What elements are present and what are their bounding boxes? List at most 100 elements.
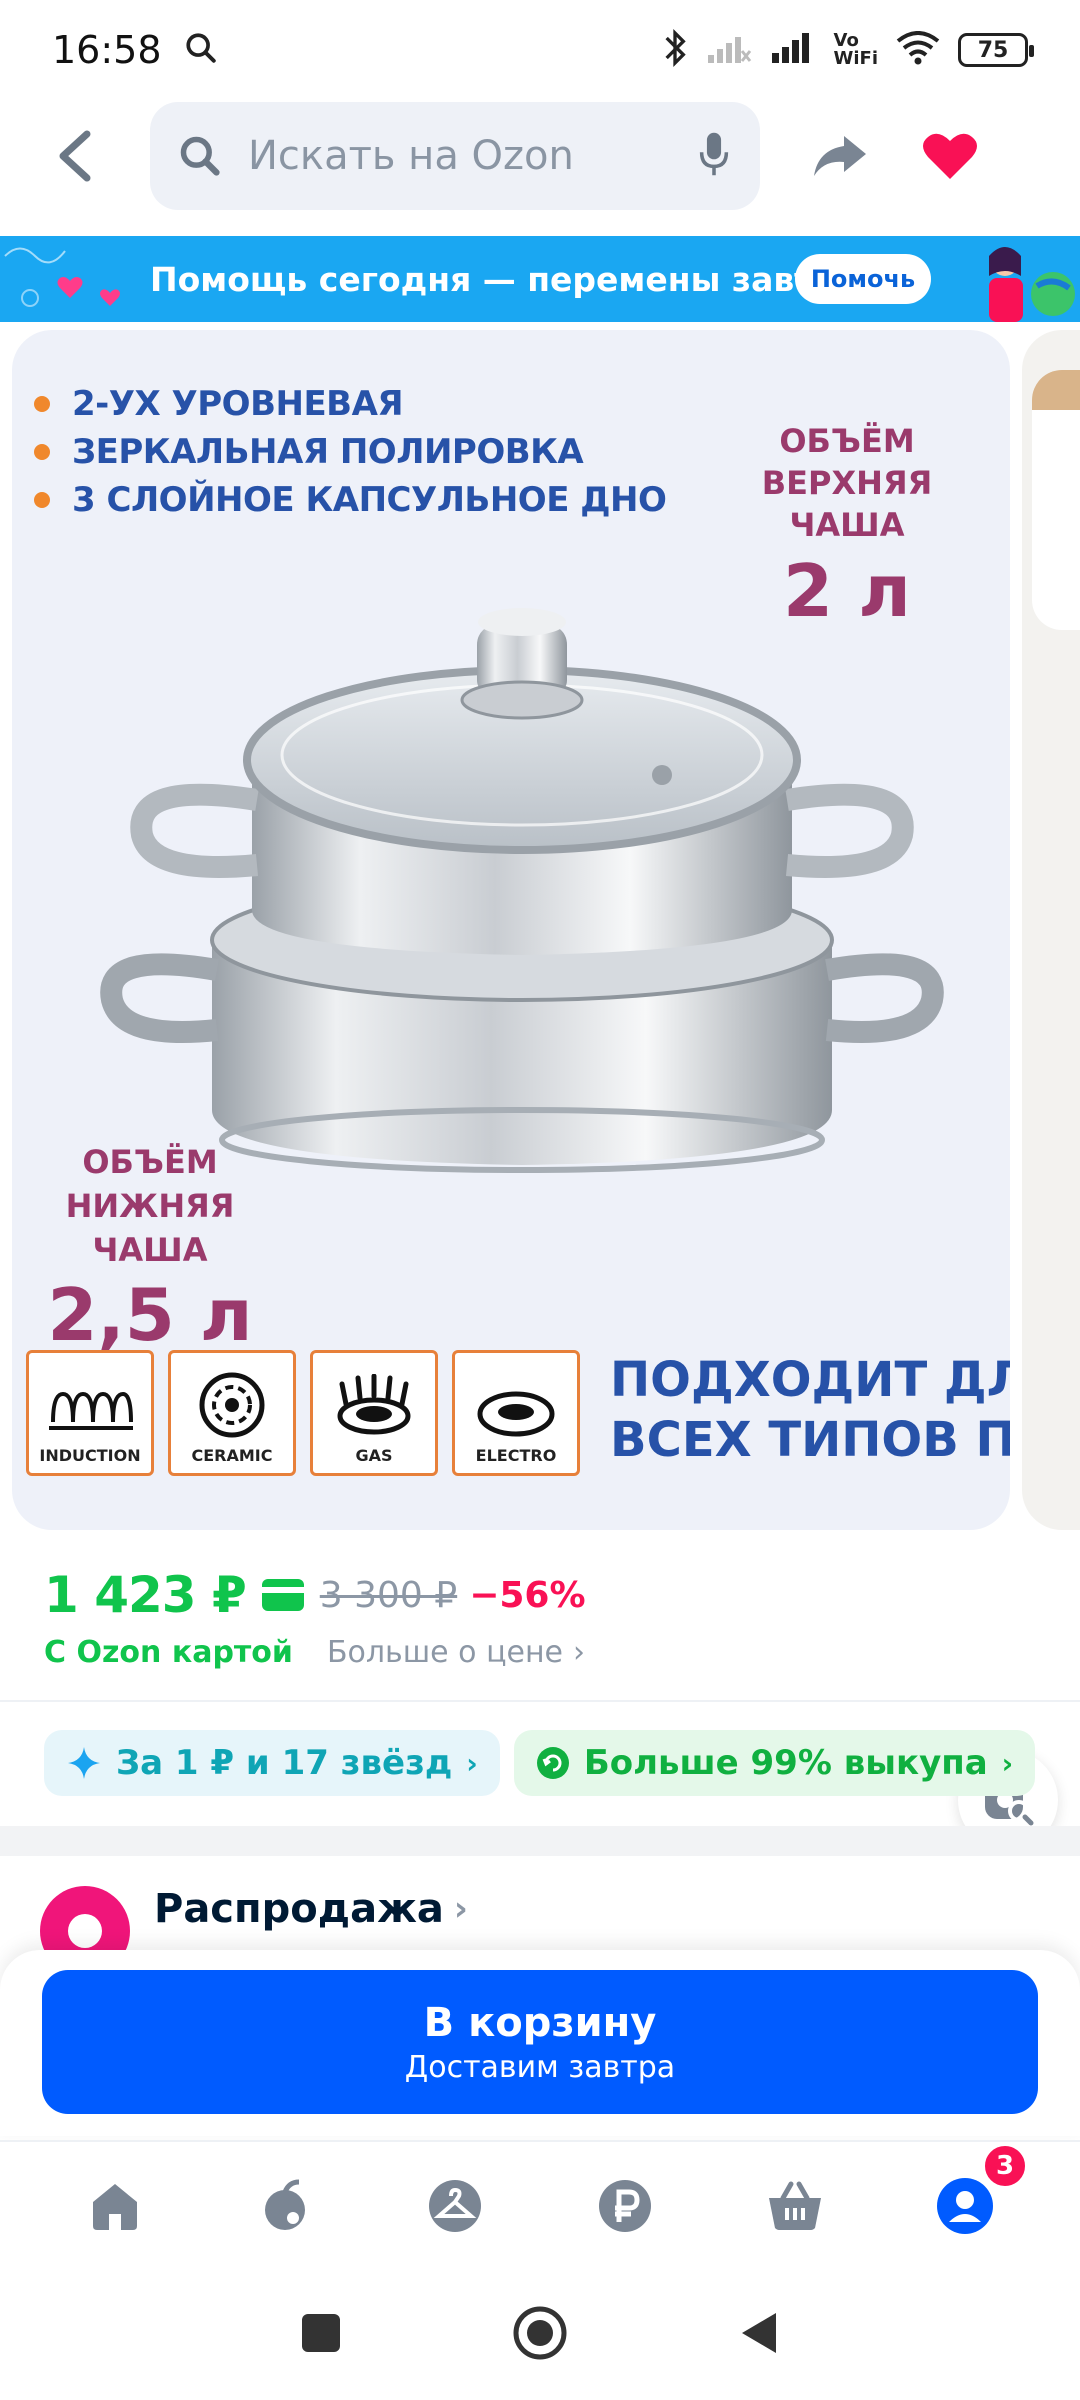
signal-icon [770, 31, 816, 69]
next-product-image[interactable] [1022, 330, 1080, 1530]
volume-bottom-line1: ОБЪЁМ [82, 1143, 218, 1181]
status-time: 16:58 [52, 28, 162, 72]
stove-electro: ELECTRO [452, 1350, 580, 1476]
suits-line1: ПОДХОДИТ ДЛЯ [610, 1352, 1010, 1408]
charity-banner[interactable]: Помощь сегодня — перемены завтра Помочь [0, 236, 1080, 322]
stove-induction: INDUCTION [26, 1350, 154, 1476]
bullet-icon [34, 396, 50, 412]
volume-bottom-label: ОБЪЁМ НИЖНЯЯ ЧАША 2,5 л [30, 1140, 270, 1358]
stove-label: ELECTRO [475, 1446, 557, 1465]
triangle-back-icon [742, 2313, 776, 2353]
stars-chip[interactable]: За 1 ₽ и 17 звёзд › [44, 1730, 500, 1796]
back-button[interactable] [0, 100, 150, 212]
feature-item: ЗЕРКАЛЬНАЯ ПОЛИРОВКА [34, 428, 666, 476]
sparkle-icon [68, 1747, 100, 1779]
feature-text: ЗЕРКАЛЬНАЯ ПОЛИРОВКА [72, 432, 584, 472]
feature-item: 2-УХ УРОВНЕВАЯ [34, 380, 666, 428]
heart-icon [923, 133, 977, 179]
home-system-button[interactable] [512, 2305, 568, 2365]
status-bar: 16:58 Vo WiFi 75 [0, 0, 1080, 100]
microphone-icon[interactable] [696, 131, 732, 181]
add-to-cart-label: В корзину [423, 1999, 657, 2046]
product-image[interactable]: 2-УХ УРОВНЕВАЯ ЗЕРКАЛЬНАЯ ПОЛИРОВКА 3 СЛ… [12, 330, 1010, 1530]
signal-off-icon [706, 31, 752, 69]
divider [0, 1700, 1080, 1702]
fashion-icon [429, 2180, 481, 2232]
more-about-price-link[interactable]: Больше о цене › [327, 1635, 585, 1670]
delivery-label: Доставим завтра [404, 2049, 676, 2085]
recents-button[interactable] [300, 2312, 342, 2358]
chevron-left-icon [59, 130, 91, 182]
next-image-lid [1032, 370, 1080, 410]
nav-finance[interactable] [580, 2161, 670, 2251]
hearts-decoration-icon [4, 247, 120, 307]
stove-label: CERAMIC [191, 1446, 273, 1465]
share-icon [814, 136, 866, 176]
feature-item: 3 СЛОЙНОЕ КАПСУЛЬНОЕ ДНО [34, 476, 667, 524]
nav-cart[interactable] [750, 2161, 840, 2251]
chevron-right-icon: › [573, 1634, 586, 1670]
current-price: 1 423 ₽ [44, 1566, 247, 1624]
cart-sheet: В корзину Доставим завтра [0, 1950, 1080, 2136]
refresh-circle-icon [536, 1747, 569, 1779]
volume-top-line2: ВЕРХНЯЯ ЧАША [761, 464, 933, 544]
feature-text: 2-УХ УРОВНЕВАЯ [72, 384, 404, 424]
electric-plate-icon [477, 1391, 555, 1437]
vowifi-indicator: Vo WiFi [834, 32, 879, 68]
stars-chip-label: За 1 ₽ и 17 звёзд [116, 1743, 453, 1783]
search-input[interactable]: Искать на Ozon [150, 102, 760, 210]
share-button[interactable] [800, 116, 880, 196]
bluetooth-icon [662, 28, 688, 72]
help-button[interactable]: Помочь [795, 254, 931, 304]
battery-indicator: 75 [958, 33, 1034, 67]
sale-title[interactable]: Распродажа › [154, 1886, 468, 1932]
home-icon [93, 2184, 137, 2230]
profile-badge: 3 [982, 2143, 1028, 2189]
volume-bottom-value: 2,5 л [47, 1273, 253, 1357]
bullet-icon [34, 492, 50, 508]
cart-icon [769, 2181, 821, 2230]
back-system-button[interactable] [738, 2309, 780, 2361]
bottom-navigation: 3 [0, 2140, 1080, 2270]
suits-all-stoves-text: ПОДХОДИТ ДЛЯ ВСЕХ ТИПОВ ПЛИТ [610, 1350, 1010, 1470]
wifi-icon [896, 31, 940, 69]
nav-home[interactable] [70, 2161, 160, 2251]
stove-label: INDUCTION [39, 1446, 141, 1465]
buyout-chip-label: Больше 99% выкупа [583, 1743, 988, 1783]
search-placeholder: Искать на Ozon [248, 133, 574, 179]
feature-text: 3 СЛОЙНОЕ КАПСУЛЬНОЕ ДНО [72, 480, 667, 520]
banner-text: Помощь сегодня — перемены завтра [150, 259, 860, 299]
product-gallery[interactable]: 2-УХ УРОВНЕВАЯ ЗЕРКАЛЬНАЯ ПОЛИРОВКА 3 СЛ… [0, 330, 1080, 1850]
ozon-card-icon [261, 1579, 304, 1611]
stove-types: INDUCTION CERAMIC GAS ELECTRO [26, 1350, 580, 1476]
section-gap [0, 1826, 1080, 1856]
price-subline: С Ozon картой Больше о цене › [44, 1628, 585, 1676]
girl-illustration-icon [989, 247, 1075, 322]
nav-fashion[interactable] [410, 2161, 500, 2251]
system-navigation [0, 2270, 1080, 2400]
add-to-cart-button[interactable]: В корзину Доставим завтра [42, 1970, 1038, 2114]
ozon-card-label: С Ozon картой [44, 1634, 293, 1670]
feature-list: 2-УХ УРОВНЕВАЯ ЗЕРКАЛЬНАЯ ПОЛИРОВКА 3 СЛ… [34, 380, 667, 524]
suits-line2: ВСЕХ ТИПОВ ПЛИТ [610, 1412, 1010, 1468]
buyout-chip[interactable]: Больше 99% выкупа › [513, 1730, 1036, 1796]
gas-burner-icon [337, 1374, 411, 1435]
stove-ceramic: CERAMIC [168, 1350, 296, 1476]
nav-fresh[interactable] [240, 2161, 330, 2251]
favorite-button[interactable] [910, 116, 990, 196]
chevron-right-icon: › [466, 1746, 478, 1780]
circle-home-icon [513, 2306, 567, 2360]
chevron-right-icon: › [1001, 1746, 1014, 1780]
nav-profile[interactable]: 3 [920, 2143, 1028, 2251]
promo-chips: За 1 ₽ и 17 звёзд › Больше 99% выкупа › [44, 1730, 1036, 1796]
finance-icon [599, 2180, 651, 2232]
bullet-icon [34, 444, 50, 460]
search-icon [184, 31, 218, 69]
induction-coil-icon [49, 1391, 133, 1430]
more-about-price-text: Больше о цене [326, 1634, 564, 1670]
old-price: 3 300 ₽ [319, 1574, 458, 1616]
steamer-pot-illustration [100, 608, 944, 1173]
chevron-right-icon: › [453, 1889, 468, 1929]
profile-icon [937, 2178, 993, 2234]
stove-label: GAS [355, 1446, 393, 1465]
